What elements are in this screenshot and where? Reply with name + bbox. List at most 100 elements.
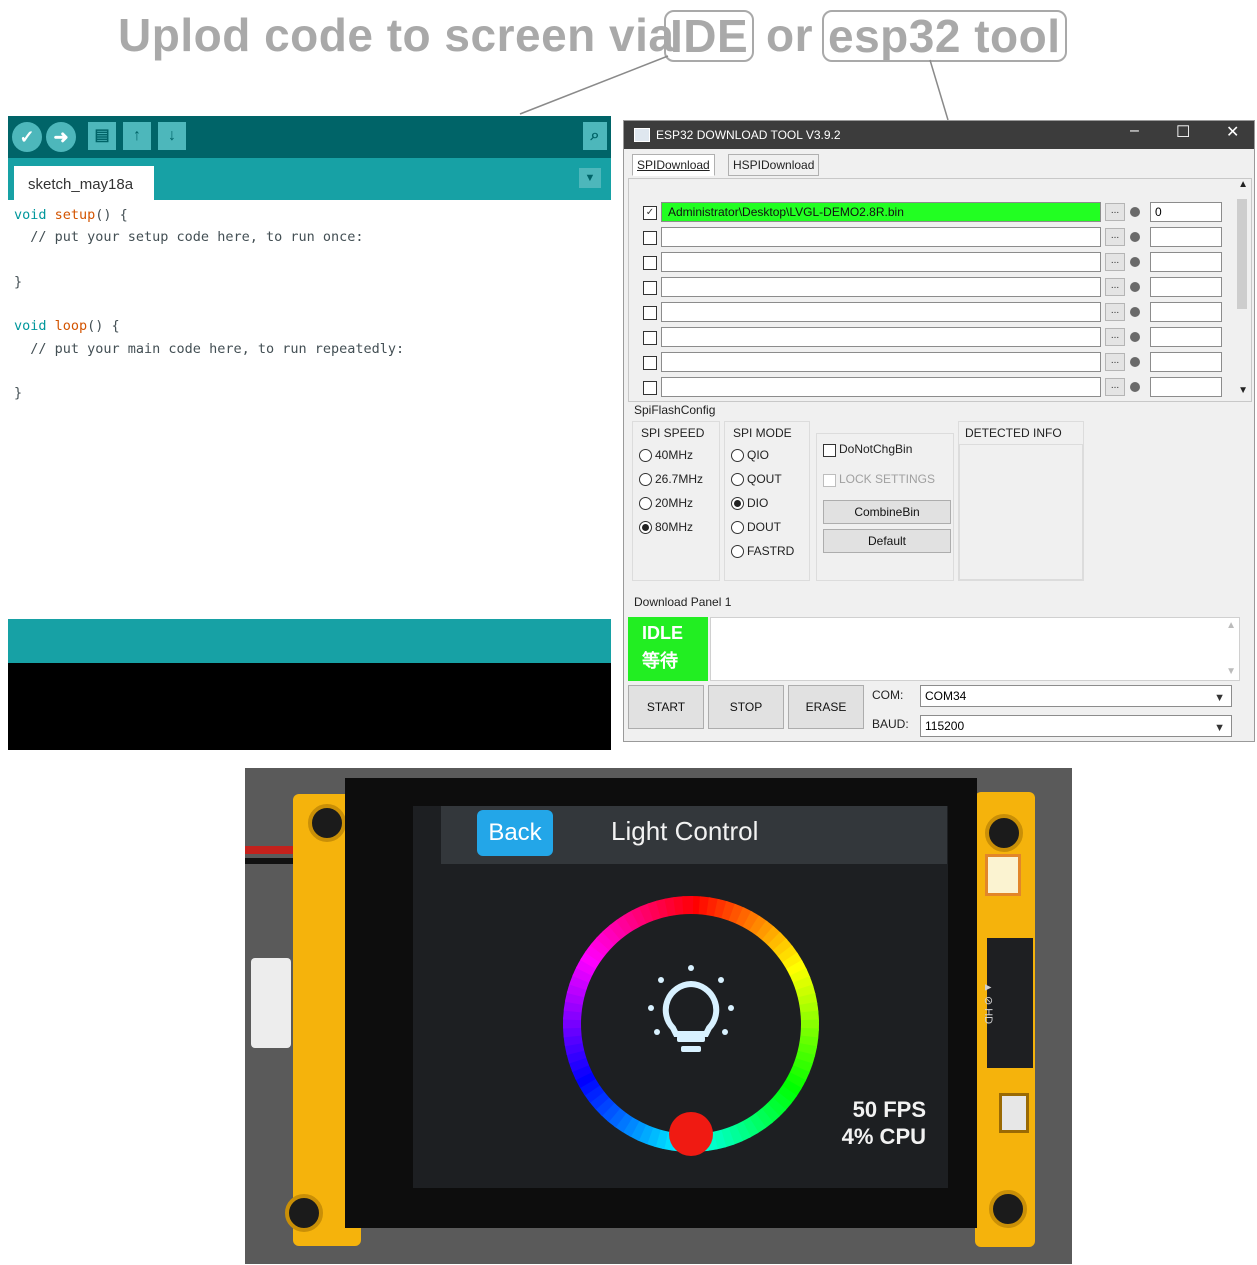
browse-button[interactable]: ... [1105,253,1125,271]
code-line: // put your setup code here, to run once… [14,229,364,246]
maximize-icon[interactable]: ☐ [1176,122,1190,142]
file-path-input[interactable] [661,352,1101,372]
color-wheel[interactable] [563,896,823,1156]
lock-settings-checkbox[interactable] [823,474,836,487]
address-input[interactable] [1150,277,1222,297]
address-input[interactable] [1150,377,1222,397]
file-path-input[interactable] [661,377,1101,397]
led-component [985,854,1021,896]
code-line: } [14,385,23,402]
browse-button[interactable]: ... [1105,228,1125,246]
file-path-input[interactable] [661,252,1101,272]
serial-monitor-icon[interactable]: ⌕ [583,122,607,150]
address-dot-icon [1130,282,1140,292]
spi-mode-radio[interactable] [731,497,744,510]
spi-mode-option-label: FASTRD [747,544,795,558]
file-path-input[interactable] [661,227,1101,247]
donotchgbin-checkbox[interactable] [823,444,836,457]
download-log[interactable]: ▲ ▼ [710,617,1240,681]
browse-button[interactable]: ... [1105,303,1125,321]
address-input[interactable] [1150,252,1222,272]
com-label: COM: [872,688,904,702]
com-select[interactable]: COM34 ▼ [920,685,1232,707]
browse-button[interactable]: ... [1105,328,1125,346]
combinebin-button[interactable]: CombineBin [823,500,951,524]
upload-icon[interactable]: ➜ [46,122,76,152]
file-path-input[interactable]: Administrator\Desktop\LVGL-DEMO2.8R.bin [661,202,1101,222]
browse-button[interactable]: ... [1105,353,1125,371]
file-checkbox[interactable]: ✓ [643,206,657,220]
spi-speed-option-label: 80MHz [655,520,694,534]
spi-mode-radio[interactable] [731,449,744,462]
file-checkbox[interactable] [643,331,657,345]
verify-icon[interactable]: ✓ [12,122,42,152]
switch-component [999,1093,1029,1133]
stop-button[interactable]: STOP [708,685,784,729]
code-editor[interactable]: void setup() { // put your setup code he… [14,204,404,405]
browse-button[interactable]: ... [1105,378,1125,396]
spi-speed-radio[interactable] [639,449,652,462]
file-checkbox[interactable] [643,256,657,270]
browse-button[interactable]: ... [1105,203,1125,221]
spi-speed-group: SPI SPEED 40MHz 26.7MHz 20MHz 80MHz [632,421,720,581]
baud-label: BAUD: [872,717,909,731]
save-sketch-icon[interactable]: ↓ [158,122,186,150]
scroll-down-icon[interactable]: ▼ [1238,385,1248,396]
tab-hspidownload[interactable]: HSPIDownload [728,154,820,176]
scroll-up-icon[interactable]: ▲ [1238,179,1248,190]
headline: Uplod code to screen via IDE or esp32 to… [0,0,1257,121]
file-path-input[interactable] [661,302,1101,322]
close-icon[interactable]: ✕ [1226,122,1239,142]
file-list-scroll-thumb[interactable] [1237,199,1247,309]
spi-mode-radio[interactable] [731,521,744,534]
back-button[interactable]: Back [477,810,553,856]
address-input[interactable]: 0 [1150,202,1222,222]
new-sketch-icon[interactable]: ▤ [88,122,116,150]
file-checkbox[interactable] [643,381,657,395]
ide-status-bar [8,619,611,663]
address-dot-icon [1130,332,1140,342]
address-input[interactable] [1150,227,1222,247]
address-input[interactable] [1150,302,1222,322]
baud-select[interactable]: 115200 ▼ [920,715,1232,737]
spi-speed-label: SPI SPEED [641,426,705,440]
spi-speed-radio[interactable] [639,473,652,486]
spi-speed-radio[interactable] [639,497,652,510]
spi-speed-radio[interactable] [639,521,652,534]
spi-mode-radio[interactable] [731,473,744,486]
lcd-screen: Back Light Control 50 FPS 4% CPU [413,806,948,1188]
file-row: ... [629,376,1239,398]
address-input[interactable] [1150,352,1222,372]
browse-button[interactable]: ... [1105,278,1125,296]
cpu-readout: 4% CPU [841,1124,926,1149]
file-row: ... [629,351,1239,373]
file-checkbox[interactable] [643,356,657,370]
tab-spidownload[interactable]: SPIDownload [632,154,715,176]
log-scroll-up-icon[interactable]: ▲ [1226,620,1236,631]
ide-toolbar: ✓ ➜ ▤ ↑ ↓ ⌕ [8,116,611,158]
default-button[interactable]: Default [823,529,951,553]
tab-menu-icon[interactable]: ▼ [579,168,601,188]
ide-tabbar: sketch_may18a ▼ [8,158,611,200]
open-sketch-icon[interactable]: ↑ [123,122,151,150]
code-line: } [14,273,23,290]
address-input[interactable] [1150,327,1222,347]
file-path-input[interactable] [661,277,1101,297]
color-knob[interactable] [669,1112,713,1156]
status-idle: IDLE [642,623,684,643]
tab-sketch[interactable]: sketch_may18a [14,166,154,200]
spi-mode-radio[interactable] [731,545,744,558]
file-checkbox[interactable] [643,281,657,295]
minimize-icon[interactable]: – [1130,122,1139,140]
file-path-input[interactable] [661,327,1101,347]
black-wire [245,858,295,864]
chip-module: ▲ ⊘ HD [982,938,1033,1068]
file-checkbox[interactable] [643,231,657,245]
start-button[interactable]: START [628,685,704,729]
log-scroll-down-icon[interactable]: ▼ [1226,666,1236,677]
file-checkbox[interactable] [643,306,657,320]
spi-mode-option-label: DIO [747,496,769,510]
address-dot-icon [1130,207,1140,217]
erase-button[interactable]: ERASE [788,685,864,729]
